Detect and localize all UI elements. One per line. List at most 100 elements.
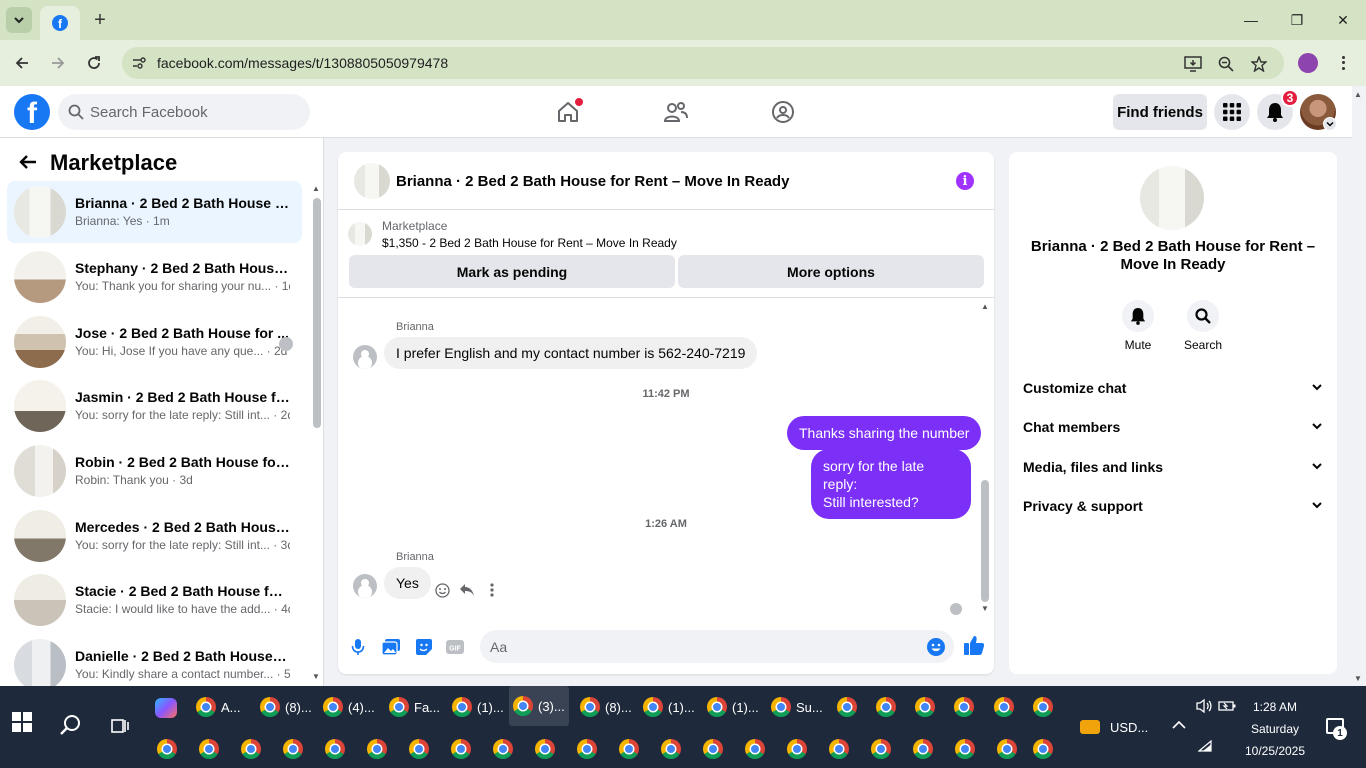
reply-icon[interactable] xyxy=(458,581,476,599)
taskbar-chrome-window[interactable] xyxy=(913,738,933,760)
taskbar-chrome-window[interactable] xyxy=(955,738,975,760)
currency-widget-label[interactable]: USD... xyxy=(1110,720,1148,735)
friends-nav[interactable] xyxy=(660,96,692,128)
battery-icon[interactable] xyxy=(1218,700,1236,715)
conversation-item[interactable]: Mercedes · 2 Bed 2 Bath House ... You: s… xyxy=(7,505,302,567)
taskbar-chrome-window[interactable] xyxy=(619,738,639,760)
gif-icon[interactable]: GIF xyxy=(444,636,466,658)
react-emoji-icon[interactable] xyxy=(433,581,451,599)
taskbar-chrome-window[interactable] xyxy=(1033,696,1053,718)
taskbar-chrome-window[interactable] xyxy=(325,738,345,760)
chat-scrollbar[interactable] xyxy=(981,480,989,602)
sender-avatar[interactable] xyxy=(353,574,377,598)
taskbar-chrome-window[interactable] xyxy=(871,738,891,760)
zoom-icon[interactable] xyxy=(1215,53,1237,75)
account-chevron-icon[interactable] xyxy=(1323,117,1337,131)
privacy-support-section[interactable]: Privacy & support xyxy=(1015,488,1331,524)
like-thumb-icon[interactable] xyxy=(963,634,985,656)
tab-facebook[interactable]: f xyxy=(40,6,80,40)
show-hidden-icons-icon[interactable] xyxy=(1172,718,1186,733)
sidebar-scroll-up-icon[interactable]: ▲ xyxy=(312,184,320,193)
search-action[interactable]: Search xyxy=(1175,300,1231,352)
taskbar-chrome-window[interactable] xyxy=(199,738,219,760)
tab-search-button[interactable] xyxy=(6,7,32,33)
taskbar-chrome-window[interactable] xyxy=(241,738,261,760)
facebook-search[interactable] xyxy=(58,94,310,130)
taskbar-chrome-window[interactable]: (4)... xyxy=(323,696,375,718)
taskbar-chrome-window[interactable] xyxy=(493,738,513,760)
taskbar-chrome-window[interactable] xyxy=(703,738,723,760)
groups-nav[interactable] xyxy=(767,96,799,128)
copilot-icon[interactable] xyxy=(155,698,177,718)
task-view-icon[interactable] xyxy=(110,716,130,739)
conversation-item[interactable]: Brianna · 2 Bed 2 Bath House fo... Brian… xyxy=(7,181,302,243)
chat-scroll-up-icon[interactable]: ▲ xyxy=(981,302,989,311)
taskbar-chrome-window[interactable]: (1)... xyxy=(643,696,695,718)
minimize-button[interactable]: — xyxy=(1228,0,1274,40)
info-listing-thumbnail[interactable] xyxy=(1140,166,1204,230)
taskbar-chrome-window[interactable]: (1)... xyxy=(452,696,504,718)
wifi-icon[interactable] xyxy=(1197,739,1212,755)
reload-button[interactable] xyxy=(80,49,108,77)
sidebar-scroll-down-icon[interactable]: ▼ xyxy=(312,672,320,681)
taskbar-search-icon[interactable] xyxy=(60,714,82,739)
sticker-icon[interactable] xyxy=(413,636,435,658)
taskbar-chrome-window[interactable] xyxy=(367,738,387,760)
taskbar-chrome-window[interactable]: Su... xyxy=(771,696,823,718)
taskbar-chrome-window[interactable]: (1)... xyxy=(707,696,759,718)
close-window-button[interactable]: ✕ xyxy=(1320,0,1366,40)
conversation-item[interactable]: Robin · 2 Bed 2 Bath House for ... Robin… xyxy=(7,440,302,502)
currency-widget-icon[interactable] xyxy=(1080,720,1100,734)
sidebar-back-button[interactable] xyxy=(14,150,42,174)
browser-profile-avatar[interactable] xyxy=(1298,53,1318,73)
mark-as-pending-button[interactable]: Mark as pending xyxy=(349,255,675,288)
taskbar-chrome-window[interactable]: (8)... xyxy=(580,696,632,718)
listing-price-title[interactable]: $1,350 - 2 Bed 2 Bath House for Rent – M… xyxy=(382,236,677,250)
chat-title[interactable]: Brianna · 2 Bed 2 Bath House for Rent – … xyxy=(396,173,789,190)
incoming-message[interactable]: I prefer English and my contact number i… xyxy=(384,337,758,369)
taskbar-chrome-window[interactable] xyxy=(745,738,765,760)
taskbar-chrome-window[interactable] xyxy=(997,738,1017,760)
listing-card-thumbnail[interactable] xyxy=(348,222,372,246)
taskbar-chrome-window[interactable] xyxy=(577,738,597,760)
media-files-links-section[interactable]: Media, files and links xyxy=(1015,449,1331,485)
windows-start-button[interactable] xyxy=(12,712,32,732)
more-options-button[interactable]: More options xyxy=(678,255,984,288)
taskbar-chrome-window[interactable]: A... xyxy=(196,696,241,718)
taskbar-chrome-window[interactable] xyxy=(829,738,849,760)
taskbar-chrome-window[interactable] xyxy=(787,738,807,760)
taskbar-chrome-window[interactable]: (8)... xyxy=(260,696,312,718)
taskbar-chrome-window[interactable] xyxy=(661,738,681,760)
mute-action[interactable]: Mute xyxy=(1110,300,1166,352)
taskbar-chrome-window-active[interactable]: (3)... xyxy=(509,686,569,726)
outgoing-message[interactable]: Thanks sharing the number xyxy=(787,416,982,450)
taskbar-chrome-window[interactable] xyxy=(1033,738,1053,760)
taskbar-chrome-window[interactable] xyxy=(451,738,471,760)
customize-chat-section[interactable]: Customize chat xyxy=(1015,370,1331,406)
chat-listing-thumbnail[interactable] xyxy=(354,163,390,199)
new-tab-button[interactable]: + xyxy=(88,8,112,32)
chat-members-section[interactable]: Chat members xyxy=(1015,409,1331,445)
message-input-box[interactable] xyxy=(480,630,954,663)
site-info-icon[interactable] xyxy=(128,52,150,74)
conversation-item[interactable]: Danielle · 2 Bed 2 Bath House fo... You:… xyxy=(7,634,302,686)
taskbar-chrome-window[interactable] xyxy=(535,738,555,760)
taskbar-chrome-window[interactable] xyxy=(157,738,177,760)
find-friends-button[interactable]: Find friends xyxy=(1113,94,1207,130)
conversation-item[interactable]: Stacie · 2 Bed 2 Bath House for ... Stac… xyxy=(7,569,302,631)
forward-button[interactable] xyxy=(44,49,72,77)
conversation-item[interactable]: Stephany · 2 Bed 2 Bath House f... You: … xyxy=(7,246,302,308)
emoji-icon[interactable] xyxy=(926,637,946,657)
page-scroll-down-icon[interactable]: ▼ xyxy=(1354,674,1362,683)
taskbar-chrome-window[interactable] xyxy=(837,696,857,718)
more-actions-icon[interactable] xyxy=(483,581,501,599)
message-input[interactable] xyxy=(490,630,910,663)
bookmark-star-icon[interactable] xyxy=(1248,53,1270,75)
search-input[interactable] xyxy=(90,94,300,130)
facebook-logo[interactable]: f xyxy=(14,94,50,130)
address-bar[interactable]: facebook.com/messages/t/1308805050979478 xyxy=(122,47,1284,79)
taskbar-chrome-window[interactable] xyxy=(409,738,429,760)
install-app-icon[interactable] xyxy=(1182,53,1204,75)
taskbar-chrome-window[interactable] xyxy=(954,696,974,718)
taskbar-chrome-window[interactable] xyxy=(915,696,935,718)
